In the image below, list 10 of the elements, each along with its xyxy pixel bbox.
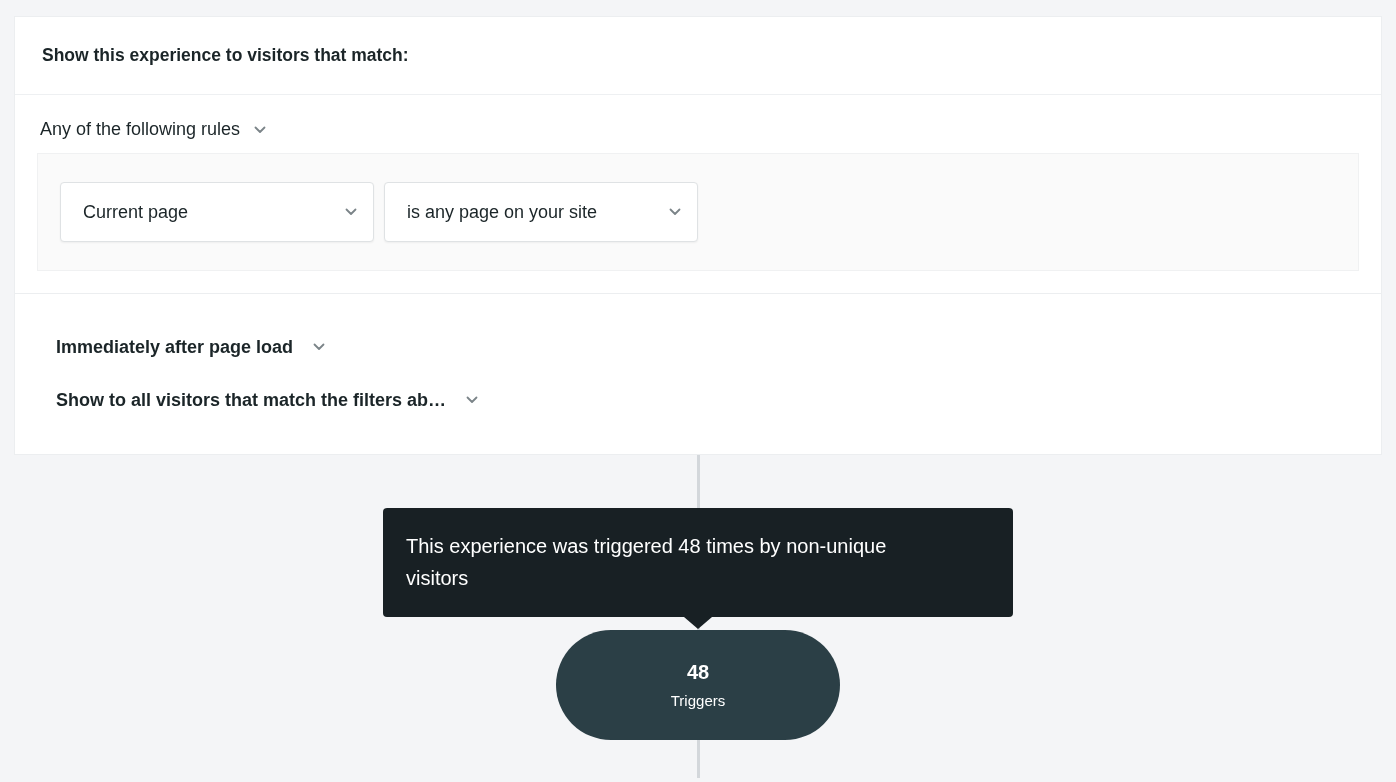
tooltip-text: This experience was triggered 48 times by non-unique visitors xyxy=(406,534,888,591)
node-label: Triggers xyxy=(670,692,726,709)
section-heading: Show this experience to visitors that match: xyxy=(42,45,409,66)
select-field[interactable]: is any page on your site xyxy=(384,182,698,242)
match-mode-dropdown[interactable]: Any of the following rules xyxy=(37,119,267,140)
triggers-node[interactable]: 48 Triggers xyxy=(556,630,840,740)
trigger-count: 48 xyxy=(686,661,710,684)
select-field[interactable]: Current page xyxy=(60,182,374,242)
setting-dropdown[interactable]: Immediately after page load xyxy=(56,336,326,358)
setting-dropdown[interactable]: Show to all visitors that match the filters ab… xyxy=(56,389,479,411)
